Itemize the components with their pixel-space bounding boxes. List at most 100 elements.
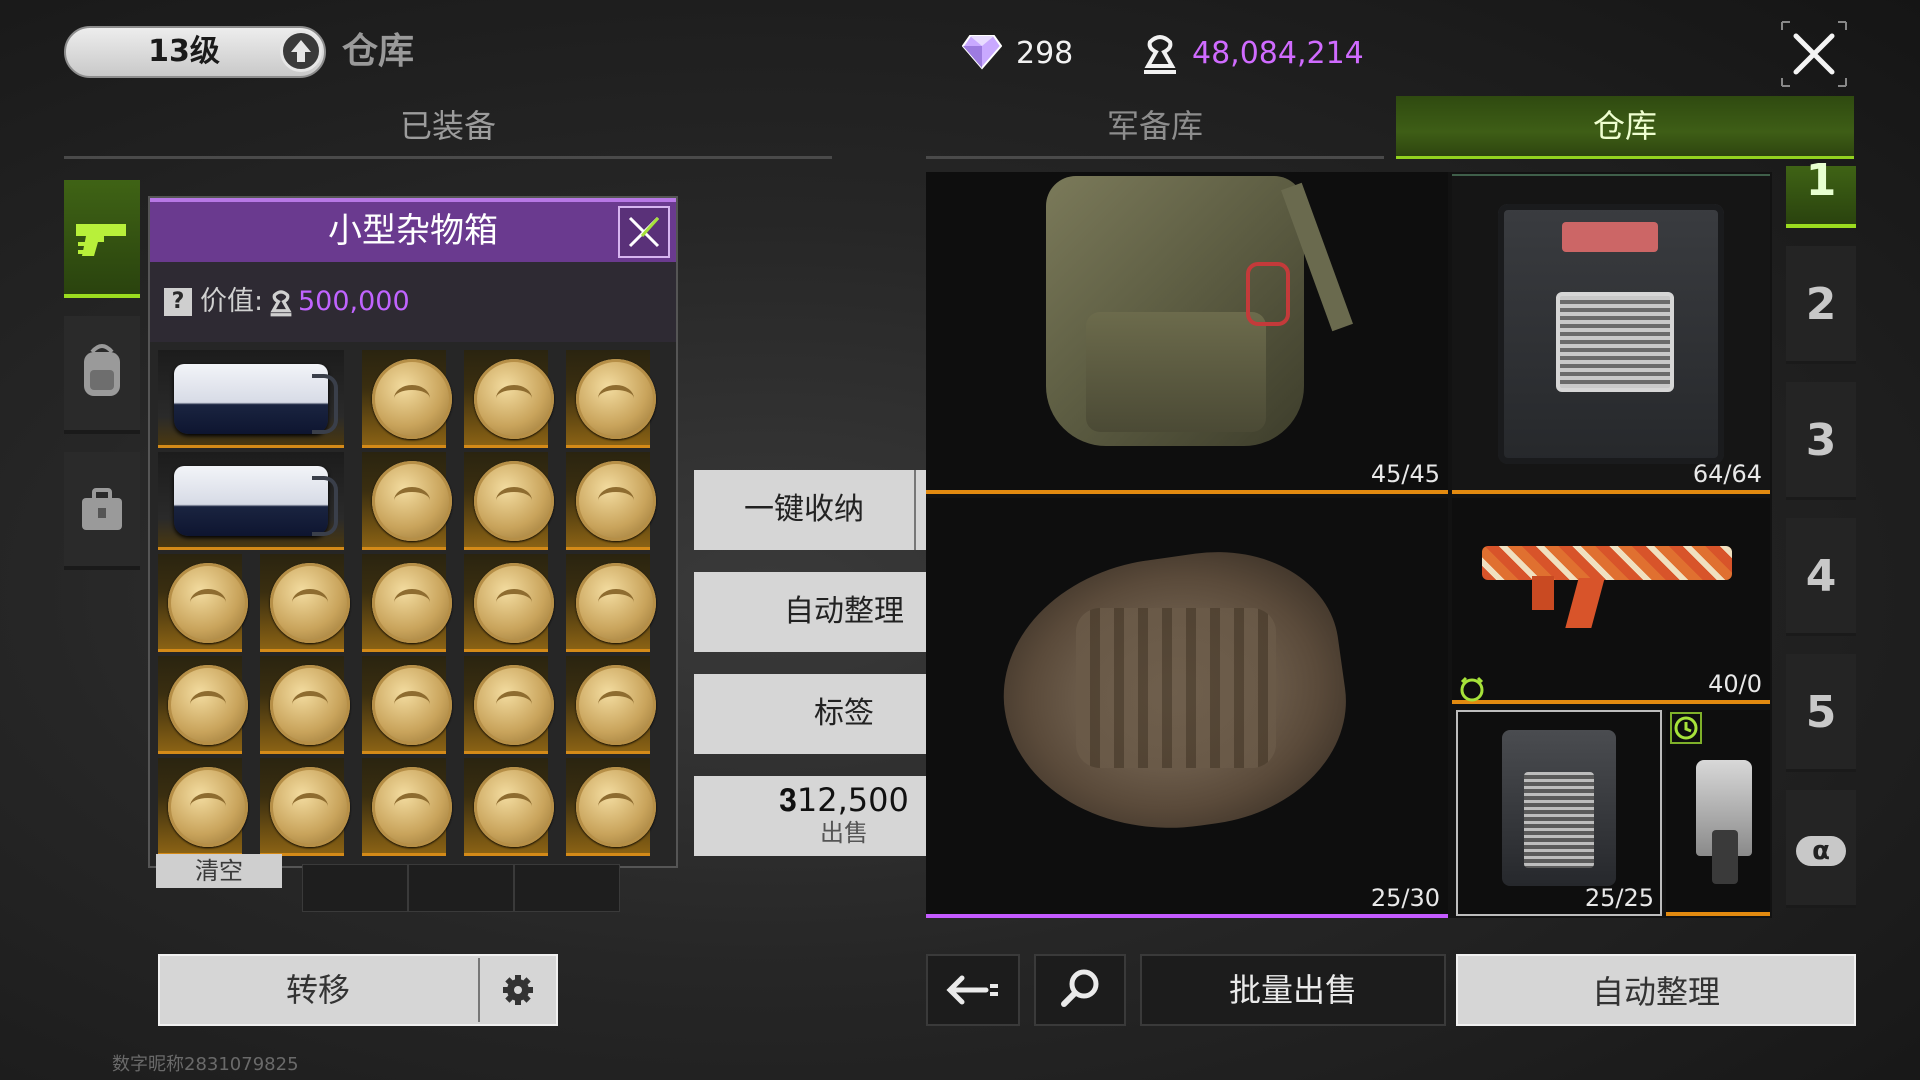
alpha-badge: α <box>1796 836 1846 866</box>
grid-item-coin[interactable] <box>260 758 350 856</box>
case-grill <box>1524 772 1594 868</box>
tab-armory[interactable]: 军备库 <box>926 96 1384 159</box>
gold-coin-icon <box>168 563 248 643</box>
clock-icon <box>1670 712 1702 744</box>
page-tab-5[interactable]: 5 <box>1786 654 1856 772</box>
page-tab-1[interactable]: 1 <box>1786 159 1856 228</box>
grid-item-coin[interactable] <box>362 656 452 754</box>
gold-coin-icon <box>474 359 554 439</box>
empty-slot <box>302 864 408 912</box>
page-tab-2[interactable]: 2 <box>1786 246 1856 364</box>
grid-item-kit[interactable] <box>158 350 344 448</box>
diamond-count: 298 <box>1016 36 1074 71</box>
warehouse-item-case[interactable]: 25/25 <box>1456 710 1662 916</box>
grid-item-kit[interactable] <box>158 452 344 550</box>
grid-item-coin[interactable] <box>464 656 554 754</box>
diamond-icon <box>962 34 1002 70</box>
back-arrow-icon <box>946 975 998 1005</box>
back-button[interactable] <box>926 954 1020 1026</box>
smg-image <box>1482 546 1732 580</box>
auto-sort-bottom-button[interactable]: 自动整理 <box>1456 954 1856 1026</box>
gold-coin-icon <box>372 359 452 439</box>
grid-item-coin[interactable] <box>260 656 350 754</box>
grid-item-coin[interactable] <box>362 452 452 550</box>
smg-grip <box>1565 578 1605 628</box>
gold-coin-icon <box>474 767 554 847</box>
warehouse-item-backpack[interactable]: 45/45 <box>926 172 1448 494</box>
player-nickname: 数字昵称2831079825 <box>112 1054 299 1075</box>
grid-item-coin[interactable] <box>158 656 248 754</box>
gold-coin-icon <box>270 665 350 745</box>
durability-icon <box>1456 672 1488 704</box>
gold-coin-icon <box>372 665 452 745</box>
item-capacity: 45/45 <box>1370 460 1440 488</box>
page-tab-3[interactable]: 3 <box>1786 382 1856 500</box>
grid-item-coin[interactable] <box>260 554 350 652</box>
gold-coin-icon <box>168 767 248 847</box>
grid-item-coin[interactable] <box>158 758 248 856</box>
warehouse-item-smg[interactable]: 40/0 <box>1452 498 1770 704</box>
warehouse-item-storage-box[interactable]: 64/64 <box>1452 174 1770 494</box>
one-key-store-button[interactable]: 一键收纳 <box>694 470 914 550</box>
pistol-icon <box>76 224 126 256</box>
batch-sell-button[interactable]: 批量出售 <box>1140 954 1446 1026</box>
grid-item-coin[interactable] <box>362 350 452 448</box>
grid-item-coin[interactable] <box>464 554 554 652</box>
coin-icon <box>268 288 294 318</box>
empty-slot <box>408 864 514 912</box>
gold-coin-icon <box>270 767 350 847</box>
grid-item-coin[interactable] <box>464 758 554 856</box>
help-icon[interactable]: ? <box>164 288 192 316</box>
gold-coin-icon <box>168 665 248 745</box>
empty-slot <box>514 864 620 912</box>
item-capacity: 40/0 <box>1708 670 1762 698</box>
popup-close-button[interactable] <box>618 206 670 258</box>
grid-item-coin[interactable] <box>158 554 248 652</box>
coin-icon <box>1140 32 1180 76</box>
grid-item-coin[interactable] <box>464 452 554 550</box>
cleanup-tab[interactable]: 清空 <box>156 854 282 888</box>
storage-box-latch <box>1562 222 1658 252</box>
gold-coin-icon <box>576 767 656 847</box>
value-amount: 500,000 <box>298 286 410 317</box>
gold-coin-icon <box>474 665 554 745</box>
arrow-up-circle-icon[interactable] <box>280 30 322 72</box>
coin-count: 48,084,214 <box>1192 36 1364 71</box>
grid-item-coin[interactable] <box>464 350 554 448</box>
grid-item-coin[interactable] <box>566 656 656 754</box>
category-weapon[interactable] <box>64 180 140 298</box>
item-capacity: 25/25 <box>1584 884 1654 912</box>
value-label: 价值: <box>200 286 264 317</box>
gold-coin-icon <box>474 461 554 541</box>
close-icon <box>628 216 660 248</box>
grid-item-coin[interactable] <box>566 554 656 652</box>
grid-item-coin[interactable] <box>362 554 452 652</box>
backpack-icon <box>84 344 120 396</box>
tool-grip <box>1712 830 1738 884</box>
category-backpack[interactable] <box>64 316 140 434</box>
gold-coin-icon <box>474 563 554 643</box>
sell-price-value: 12,500 <box>796 781 909 819</box>
search-button[interactable] <box>1034 954 1126 1026</box>
category-case[interactable] <box>64 452 140 570</box>
grid-item-coin[interactable] <box>566 452 656 550</box>
supply-kit-icon <box>174 466 338 536</box>
grid-item-coin[interactable] <box>362 758 452 856</box>
gear-icon[interactable] <box>478 958 556 1022</box>
gold-coin-icon <box>576 563 656 643</box>
tab-equipped[interactable]: 已装备 <box>64 96 832 159</box>
container-grid <box>158 350 668 860</box>
page-tab-4[interactable]: 4 <box>1786 518 1856 636</box>
close-icon[interactable] <box>1780 20 1848 88</box>
storage-box-grill <box>1556 292 1674 392</box>
page-tab-alpha[interactable]: α <box>1786 790 1856 908</box>
smg-magazine <box>1532 576 1554 610</box>
search-icon <box>1061 969 1099 1007</box>
grid-item-coin[interactable] <box>566 758 656 856</box>
tab-warehouse[interactable]: 仓库 <box>1396 96 1854 159</box>
warehouse-item-vest[interactable]: 25/30 <box>926 498 1448 918</box>
item-capacity: 64/64 <box>1692 460 1762 488</box>
grid-item-coin[interactable] <box>566 350 656 448</box>
briefcase-icon <box>82 488 122 530</box>
gold-coin-icon <box>372 563 452 643</box>
